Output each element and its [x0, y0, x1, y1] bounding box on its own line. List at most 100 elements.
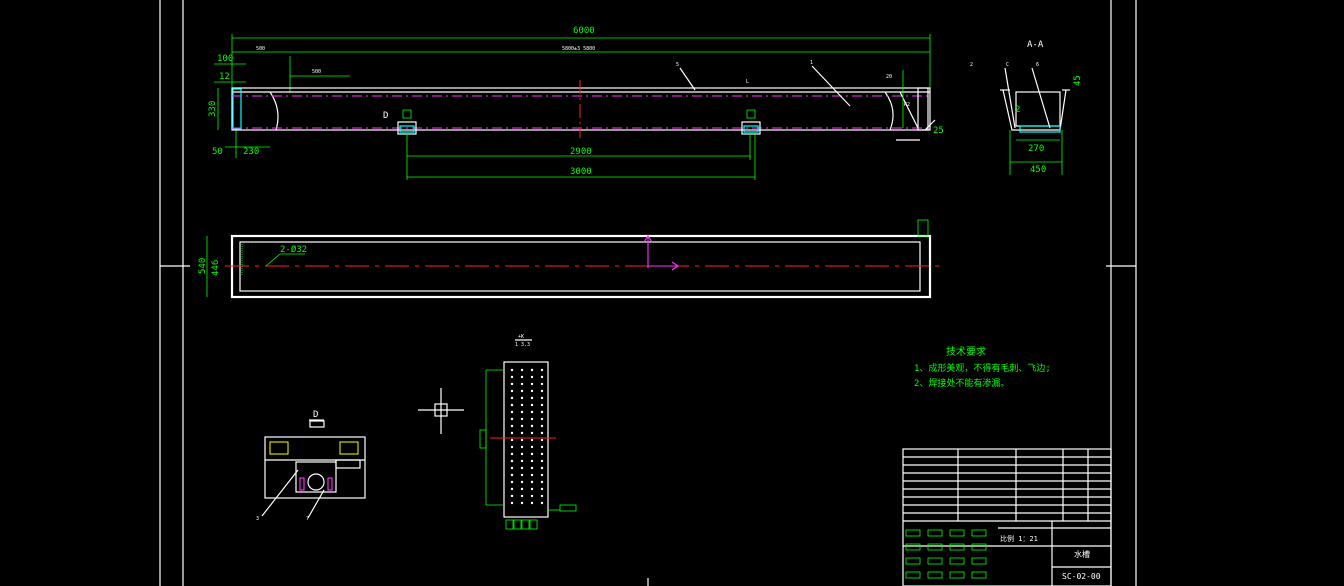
dim-overall: 6000: [573, 26, 595, 36]
plate-holes: [510, 368, 544, 505]
plate-hole: [530, 487, 534, 491]
title-block-cell: [949, 543, 965, 551]
plate-hole: [520, 473, 524, 477]
plate-hole: [510, 410, 514, 414]
title-code: SC-02-00: [1062, 572, 1101, 581]
plate-hole: [520, 389, 524, 393]
scale-label-a: 1 3.3: [515, 342, 530, 348]
plate-hole: [530, 480, 534, 484]
tech-item-2: 2、焊接处不能有渗漏。: [914, 377, 1009, 389]
plate-hole: [530, 431, 534, 435]
plate-hole: [510, 431, 514, 435]
plate-hole: [520, 459, 524, 463]
svg-text:+K: +K: [518, 334, 524, 340]
title-block-cell: [905, 571, 921, 579]
detail-callout-d: D: [383, 111, 388, 121]
plate-hole: [510, 445, 514, 449]
svg-text:R2: R2: [904, 102, 910, 108]
plate-hole: [510, 487, 514, 491]
dim-446: 446: [211, 260, 221, 276]
section-a-a: A-A 2 C 6 45 2 270 450: [970, 40, 1083, 175]
plate-hole: [520, 375, 524, 379]
plate-hole: [530, 466, 534, 470]
plate-hole: [530, 382, 534, 386]
technical-requirements: 技术要求 1、成形美观，不得有毛刺、飞边; 2、焊接处不能有渗漏。: [914, 345, 1051, 389]
title-block-cell: [949, 557, 965, 565]
plate-hole: [540, 424, 544, 428]
plate-hole: [510, 452, 514, 456]
front-view: 6000 500 5800±3 5800 500 100 12 330 50 2…: [208, 26, 944, 180]
title-block-cell: [971, 543, 987, 551]
plate-hole: [530, 501, 534, 505]
plate-hole: [540, 382, 544, 386]
dim-100: 100: [217, 54, 233, 64]
svg-text:L: L: [746, 79, 749, 85]
plate-hole: [510, 368, 514, 372]
dim-3000: 3000: [570, 167, 592, 177]
title-block-cell: [971, 557, 987, 565]
plate-hole: [540, 459, 544, 463]
dim-540: 540: [198, 258, 208, 274]
plate-hole: [530, 459, 534, 463]
title-block-cell: [927, 557, 943, 565]
tech-item-1: 1、成形美观，不得有毛刺、飞边;: [914, 362, 1051, 374]
dim-tiny-5800: 5800±3 5800: [562, 46, 595, 52]
plate-hole: [520, 445, 524, 449]
plate-hole: [510, 375, 514, 379]
plate-hole: [530, 396, 534, 400]
svg-text:6: 6: [1036, 62, 1039, 68]
hole-label: 2-Ø32: [280, 244, 307, 255]
plate-hole: [510, 501, 514, 505]
plate-hole: [530, 438, 534, 442]
dim-270: 270: [1028, 144, 1044, 154]
plate-hole: [510, 424, 514, 428]
dim-12: 12: [219, 72, 230, 82]
svg-text:20: 20: [886, 74, 892, 80]
plate-hole: [510, 382, 514, 386]
plate-hole: [520, 466, 524, 470]
plate-hole: [530, 389, 534, 393]
title-block-cell: [949, 529, 965, 537]
plate-hole: [510, 494, 514, 498]
svg-text:1: 1: [810, 60, 813, 66]
title-block-cell: [971, 529, 987, 537]
top-view: 2-Ø32 446 540: [198, 219, 940, 299]
svg-text:D: D: [313, 410, 318, 420]
plate-hole: [540, 501, 544, 505]
plate-hole: [540, 403, 544, 407]
dim-25: 25: [933, 126, 944, 136]
plate-hole: [520, 431, 524, 435]
plate-hole: [530, 410, 534, 414]
plate-hole: [540, 410, 544, 414]
title-block: 比例 1：21 水槽 SC-02-00: [902, 448, 1112, 586]
plate-hole: [530, 494, 534, 498]
plate-hole: [520, 424, 524, 428]
svg-text:3: 3: [256, 516, 259, 522]
plate-hole: [520, 417, 524, 421]
plate-hole: [520, 368, 524, 372]
title-block-cell: [905, 543, 921, 551]
dim-230: 230: [243, 147, 259, 157]
dim-2900: 2900: [570, 147, 592, 157]
title-scale: 比例 1：21: [1000, 534, 1038, 543]
title-block-cell: [905, 529, 921, 537]
plate-hole: [530, 424, 534, 428]
plate-hole: [510, 473, 514, 477]
title-block-cell: [905, 557, 921, 565]
plate-hole: [530, 452, 534, 456]
title-block-cell: [949, 571, 965, 579]
detail-view-d: D 3 7: [256, 410, 366, 522]
plate-hole: [520, 480, 524, 484]
plate-hole: [530, 403, 534, 407]
plate-hole: [540, 396, 544, 400]
title-block-cell: [971, 571, 987, 579]
plate-hole: [540, 389, 544, 393]
plate-hole: [540, 438, 544, 442]
plate-hole: [520, 501, 524, 505]
plate-hole: [510, 466, 514, 470]
plate-hole: [510, 480, 514, 484]
title-block-cell: [927, 571, 943, 579]
plate-hole: [510, 459, 514, 463]
tech-title: 技术要求: [946, 345, 986, 358]
dim-tiny-500: 500: [256, 46, 265, 52]
